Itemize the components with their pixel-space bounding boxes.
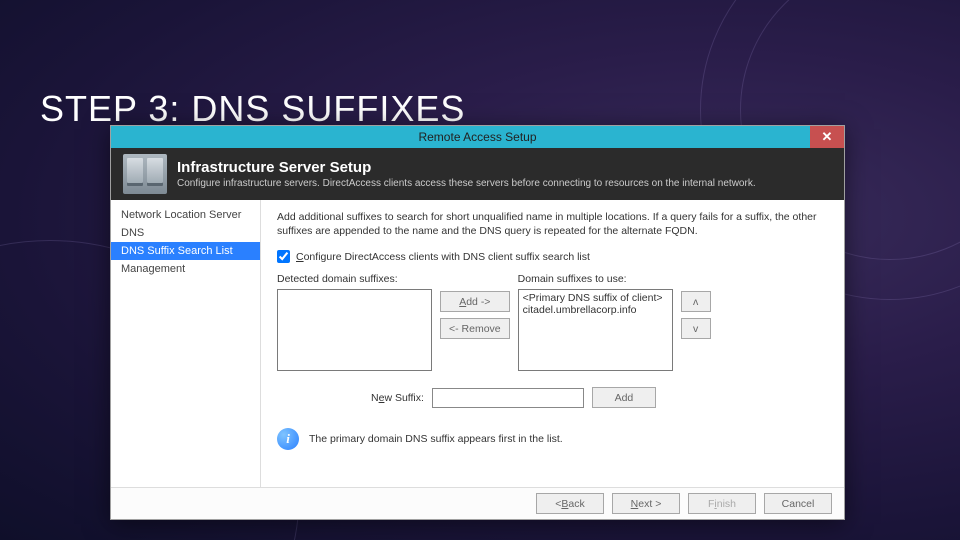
move-up-button[interactable]: ʌ	[681, 291, 711, 312]
remove-arrow-button[interactable]: <- Remove	[440, 318, 510, 339]
add-arrow-button[interactable]: Add ->	[440, 291, 510, 312]
dialog-window: Remote Access Setup ✕ Infrastructure Ser…	[110, 125, 845, 520]
detected-listbox[interactable]	[277, 289, 432, 371]
window-title: Remote Access Setup	[418, 130, 536, 144]
configure-checkbox[interactable]	[277, 250, 290, 263]
back-button[interactable]: < Back	[536, 493, 604, 514]
detected-label: Detected domain suffixes:	[277, 273, 432, 285]
sidebar-item-nls[interactable]: Network Location Server	[111, 206, 260, 224]
finish-button[interactable]: Finish	[688, 493, 756, 514]
sidebar-item-dns-suffix[interactable]: DNS Suffix Search List	[111, 242, 260, 260]
list-item[interactable]: <Primary DNS suffix of client>	[523, 292, 668, 304]
footer: < Back Next > Finish Cancel	[111, 487, 844, 519]
add-button[interactable]: Add	[592, 387, 656, 408]
slide-title: STEP 3: DNS SUFFIXES	[40, 88, 465, 130]
main-panel: Add additional suffixes to search for sh…	[261, 200, 844, 487]
sidebar: Network Location Server DNS DNS Suffix S…	[111, 200, 261, 487]
info-icon: i	[277, 428, 299, 450]
next-button[interactable]: Next >	[612, 493, 680, 514]
banner: Infrastructure Server Setup Configure in…	[111, 148, 844, 200]
sidebar-item-management[interactable]: Management	[111, 260, 260, 278]
configure-checkbox-label: Configure DirectAccess clients with DNS …	[296, 251, 590, 263]
new-suffix-input[interactable]	[432, 388, 584, 408]
banner-subtext: Configure infrastructure servers. Direct…	[177, 178, 756, 189]
use-label: Domain suffixes to use:	[518, 273, 673, 285]
info-text: The primary domain DNS suffix appears fi…	[309, 433, 563, 445]
use-listbox[interactable]: <Primary DNS suffix of client> citadel.u…	[518, 289, 673, 371]
close-button[interactable]: ✕	[810, 126, 844, 148]
intro-text: Add additional suffixes to search for sh…	[277, 210, 828, 238]
close-icon: ✕	[822, 129, 833, 145]
titlebar: Remote Access Setup ✕	[111, 126, 844, 148]
move-down-button[interactable]: v	[681, 318, 711, 339]
cancel-button[interactable]: Cancel	[764, 493, 832, 514]
list-item[interactable]: citadel.umbrellacorp.info	[523, 304, 668, 316]
sidebar-item-dns[interactable]: DNS	[111, 224, 260, 242]
server-icon	[123, 154, 167, 194]
new-suffix-label: New Suffix:	[371, 392, 424, 404]
banner-heading: Infrastructure Server Setup	[177, 159, 756, 176]
